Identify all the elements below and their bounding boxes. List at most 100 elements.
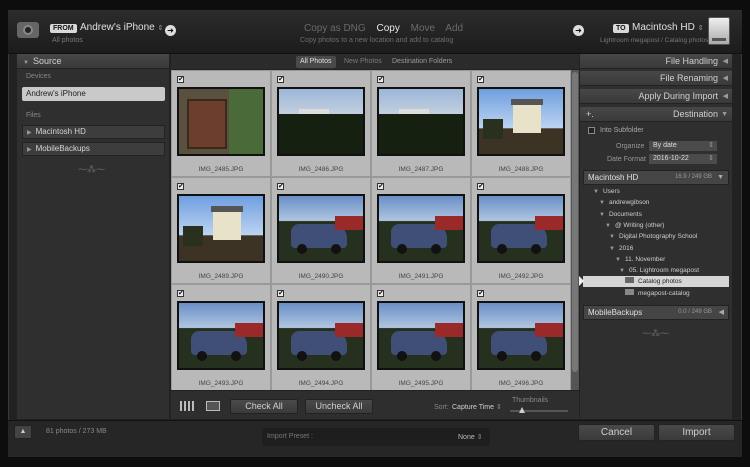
loupe-view-icon[interactable] [206,401,220,411]
tree-folder-item[interactable]: ▼ Users [583,186,729,197]
grid-scrollbar[interactable] [571,70,579,390]
photo-thumbnail[interactable] [277,87,365,156]
tree-folder-item[interactable]: megapost-catalog [583,288,729,299]
thumbnail-size-slider[interactable] [510,407,568,413]
file-volume-macintosh-hd[interactable]: ▶ Macintosh HD [22,125,165,139]
into-subfolder-checkbox[interactable] [588,127,595,134]
photo-thumbnail[interactable] [177,87,265,156]
photo-thumbnail[interactable] [177,194,265,263]
grid-view-icon[interactable] [180,401,194,411]
photo-cell[interactable]: ✔ IMG_2496.JPG [472,285,570,390]
photo-cell[interactable]: ✔ IMG_2492.JPG [472,178,570,283]
photo-cell[interactable]: ✔ IMG_2489.JPG [172,178,270,283]
from-tag: FROM [50,24,77,33]
photo-thumbnail[interactable] [177,301,265,370]
tab-new-photos[interactable]: New Photos [340,56,386,68]
organize-select[interactable]: By date ⇕ [649,141,717,151]
tree-folder-item[interactable]: ▼ Documents [583,209,729,220]
photo-filename: IMG_2492.JPG [498,273,544,280]
photo-thumbnail[interactable] [477,194,565,263]
check-all-button[interactable]: Check All [230,399,298,414]
panel-end-ornament-icon: ⁓⁂⁓ [642,328,669,338]
photo-thumbnail[interactable] [477,301,565,370]
folder-icon [625,288,634,295]
volume-macintosh-hd[interactable]: Macintosh HD 16.9 / 249 GB ▼ [583,170,729,185]
cancel-button[interactable]: Cancel [578,424,655,441]
mode-copy-as-dng[interactable]: Copy as DNG [304,23,366,34]
slider-knob[interactable] [518,407,525,413]
destination-header[interactable]: +. Destination ▼ [580,107,732,122]
device-andrews-iphone[interactable]: Andrew's iPhone [22,87,165,101]
source-header[interactable]: ▼ Source [17,54,169,69]
photo-thumbnail[interactable] [477,87,565,156]
tree-folder-item[interactable]: ▼ 11. November [583,254,729,265]
source-panel [17,54,169,419]
photo-thumbnail[interactable] [277,194,365,263]
photo-checkbox[interactable]: ✔ [477,183,484,190]
photo-checkbox[interactable]: ✔ [477,76,484,83]
photo-cell[interactable]: ✔ IMG_2488.JPG [472,71,570,176]
from-source-select[interactable]: Andrew's iPhone ⇕ [80,22,163,33]
photo-thumbnail[interactable] [377,301,465,370]
apply-during-import-header[interactable]: Apply During Import ◀ [580,89,732,104]
collapse-toggle-button[interactable]: ▲ [14,425,32,439]
file-handling-header[interactable]: File Handling ◀ [580,54,732,69]
mode-description: Copy photos to a new location and add to… [300,37,454,44]
organize-label: Organize [616,143,645,150]
tree-folder-item[interactable]: ▼ 2016 [583,243,729,254]
tab-all-photos[interactable]: All Photos [296,56,336,68]
photo-cell[interactable]: ✔ IMG_2495.JPG [372,285,470,390]
photo-checkbox[interactable]: ✔ [177,183,184,190]
hard-drive-icon [708,17,730,45]
photo-filename: IMG_2490.JPG [298,273,344,280]
photo-cell[interactable]: ✔ IMG_2494.JPG [272,285,370,390]
photo-thumbnail[interactable] [377,87,465,156]
file-volume-mobilebackups[interactable]: ▶ MobileBackups [22,142,165,156]
date-format-select[interactable]: 2016-10-22 ⇕ [649,154,717,164]
tree-folder-item[interactable]: ▼ Digital Photography School [583,231,729,242]
import-preset-select[interactable]: None ⇕ [458,433,483,441]
photo-thumbnail[interactable] [377,194,465,263]
photo-cell[interactable]: ✔ IMG_2493.JPG [172,285,270,390]
mode-move[interactable]: Move [411,23,435,34]
photo-checkbox[interactable]: ✔ [177,76,184,83]
tree-folder-item[interactable]: ▼ andrewgibson [583,197,729,208]
arrow-right-icon: ➜ [573,25,584,36]
photo-checkbox[interactable]: ✔ [177,290,184,297]
photo-cell[interactable]: ✔ IMG_2486.JPG [272,71,370,176]
photo-checkbox[interactable]: ✔ [377,290,384,297]
scrollbar-thumb[interactable] [572,72,578,372]
volume-mobilebackups[interactable]: MobileBackups 0.0 / 249 GB ◀ [583,305,729,320]
devices-label: Devices [26,73,51,80]
photo-checkbox[interactable]: ✔ [477,290,484,297]
photo-cell[interactable]: ✔ IMG_2491.JPG [372,178,470,283]
tab-destination-folders[interactable]: Destination Folders [388,56,456,68]
mode-add[interactable]: Add [445,23,463,34]
arrow-right-icon: ➜ [165,25,176,36]
photo-checkbox[interactable]: ✔ [277,183,284,190]
selection-pointer-icon [579,276,584,287]
photo-checkbox[interactable]: ✔ [277,76,284,83]
file-renaming-header[interactable]: File Renaming ◀ [580,71,732,86]
uncheck-all-button[interactable]: Uncheck All [305,399,373,414]
photo-filename: IMG_2485.JPG [198,166,244,173]
tree-folder-item[interactable]: Catalog photos [583,276,729,288]
photo-filename: IMG_2494.JPG [298,380,344,387]
sort-select[interactable]: Capture Time ⇕ [452,403,502,411]
thumbnails-label: Thumbnails [512,397,549,404]
import-button[interactable]: Import [658,424,735,441]
photo-checkbox[interactable]: ✔ [277,290,284,297]
photo-filename: IMG_2489.JPG [198,273,244,280]
photo-thumbnail[interactable] [277,301,365,370]
photo-checkbox[interactable]: ✔ [377,183,384,190]
import-preset-label: Import Preset : [267,433,313,440]
tree-folder-item[interactable]: ▼ @ Writing (other) [583,220,729,231]
photo-checkbox[interactable]: ✔ [377,76,384,83]
tree-folder-item[interactable]: ▼ 05. Lightroom megapost [583,265,729,276]
photo-cell[interactable]: ✔ IMG_2487.JPG [372,71,470,176]
mode-copy[interactable]: Copy [376,23,399,34]
photo-cell[interactable]: ✔ IMG_2490.JPG [272,178,370,283]
to-destination-select[interactable]: Macintosh HD ⇕ [632,22,703,33]
sort-label: Sort: [434,404,449,411]
photo-cell[interactable]: ✔ IMG_2485.JPG [172,71,270,176]
